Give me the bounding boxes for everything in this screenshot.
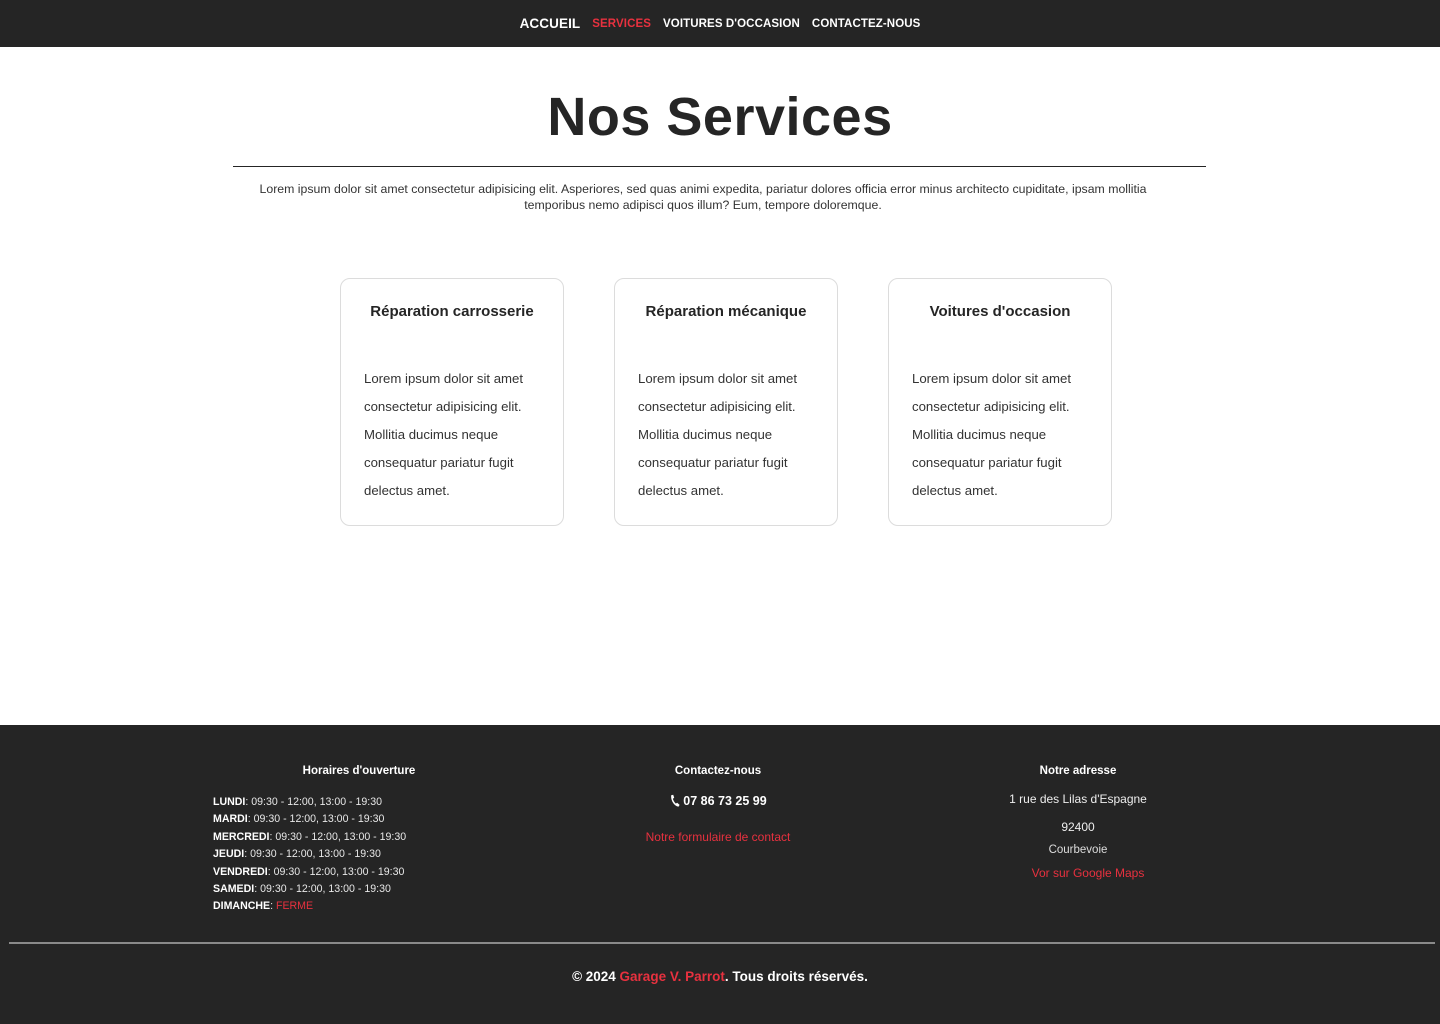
address-postal-code: 92400 xyxy=(1061,820,1095,834)
service-card-carrosserie: Réparation carrosserie Lorem ipsum dolor… xyxy=(340,278,564,526)
footer-contact-column: Contactez-nous 07 86 73 25 99 Notre form… xyxy=(568,765,868,844)
footer-divider xyxy=(9,942,1435,944)
hours-time: 09:30 - 12:00, 13:00 - 19:30 xyxy=(275,830,407,843)
service-card-text: Lorem ipsum dolor sit amet consectetur a… xyxy=(912,371,1072,498)
hours-row: JEUDI: 09:30 - 12:00, 13:00 - 19:30 xyxy=(213,848,381,861)
hours-closed-status: FERME xyxy=(275,900,314,913)
nav-link-contact[interactable]: CONTACTEZ-NOUS xyxy=(812,18,921,30)
footer-address-column: Notre adresse 1 rue des Lilas d'Espagne … xyxy=(928,765,1228,880)
hours-time: 09:30 - 12:00, 13:00 - 19:30 xyxy=(253,813,385,826)
main-navigation: ACCUEIL SERVICES VOITURES D'OCCASION CON… xyxy=(0,0,1440,47)
site-footer: Horaires d'ouverture LUNDI: 09:30 - 12:0… xyxy=(0,725,1440,1024)
title-divider xyxy=(233,166,1206,167)
hours-day: VENDREDI xyxy=(213,865,268,878)
service-card-title: Voitures d'occasion xyxy=(929,303,1071,320)
phone-icon xyxy=(669,794,681,808)
intro-text: Lorem ipsum dolor sit amet consectetur a… xyxy=(259,182,1147,212)
hours-day: MERCREDI xyxy=(213,830,270,843)
hours-row: DIMANCHE: FERME xyxy=(213,900,314,913)
hours-time: 09:30 - 12:00, 13:00 - 19:30 xyxy=(260,883,391,896)
nav-link-voitures-occasion[interactable]: VOITURES D'OCCASION xyxy=(663,18,800,30)
hours-day: DIMANCHE xyxy=(213,900,271,913)
brand-name: Garage V. Parrot xyxy=(619,969,725,984)
hours-day: LUNDI xyxy=(213,796,246,808)
phone-number-text: 07 86 73 25 99 xyxy=(683,794,767,808)
service-card-occasion: Voitures d'occasion Lorem ipsum dolor si… xyxy=(888,278,1112,526)
hours-row: MARDI: 09:30 - 12:00, 13:00 - 19:30 xyxy=(213,813,385,826)
nav-link-accueil[interactable]: ACCUEIL xyxy=(520,16,581,31)
hours-row: VENDREDI: 09:30 - 12:00, 13:00 - 19:30 xyxy=(213,865,405,878)
contact-title: Contactez-nous xyxy=(674,765,762,777)
page-title: Nos Services xyxy=(547,87,893,147)
service-card-text: Lorem ipsum dolor sit amet consectetur a… xyxy=(364,371,524,498)
footer-hours-column: Horaires d'ouverture LUNDI: 09:30 - 12:0… xyxy=(213,765,505,916)
hours-day: JEUDI xyxy=(213,848,245,861)
hours-time: 09:30 - 12:00, 13:00 - 19:30 xyxy=(273,865,405,878)
hours-time: 09:30 - 12:00, 13:00 - 19:30 xyxy=(250,848,381,861)
contact-form-link[interactable]: Notre formulaire de contact xyxy=(568,830,868,844)
service-card-title: Réparation mécanique xyxy=(645,303,807,320)
hours-row: MERCREDI: 09:30 - 12:00, 13:00 - 19:30 xyxy=(213,830,407,843)
hours-time: 09:30 - 12:00, 13:00 - 19:30 xyxy=(251,796,383,808)
hours-row: SAMEDI: 09:30 - 12:00, 13:00 - 19:30 xyxy=(213,883,391,896)
hours-day: MARDI xyxy=(213,813,248,826)
copyright-notice: © 2024 Garage V. Parrot. Tous droits rés… xyxy=(0,969,1440,984)
service-card-text: Lorem ipsum dolor sit amet consectetur a… xyxy=(638,371,798,498)
address-city: Courbevoie xyxy=(1048,844,1108,856)
phone-number[interactable]: 07 86 73 25 99 xyxy=(568,794,868,808)
service-card-mecanique: Réparation mécanique Lorem ipsum dolor s… xyxy=(614,278,838,526)
service-card-title: Réparation carrosserie xyxy=(370,303,534,320)
hours-list: LUNDI: 09:30 - 12:00, 13:00 - 19:30 MARD… xyxy=(213,794,505,916)
copyright-suffix: . Tous droits réservés. xyxy=(724,969,868,984)
hours-day: SAMEDI xyxy=(213,883,255,896)
nav-link-services[interactable]: SERVICES xyxy=(592,18,651,30)
google-maps-link[interactable]: Vor sur Google Maps xyxy=(928,866,1228,880)
hours-row: LUNDI: 09:30 - 12:00, 13:00 - 19:30 xyxy=(213,796,383,808)
address-title: Notre adresse xyxy=(1039,765,1117,777)
hours-title: Horaires d'ouverture xyxy=(302,765,416,777)
address-street: 1 rue des Lilas d'Espagne xyxy=(1009,792,1147,806)
copyright-prefix: © 2024 xyxy=(572,969,620,984)
